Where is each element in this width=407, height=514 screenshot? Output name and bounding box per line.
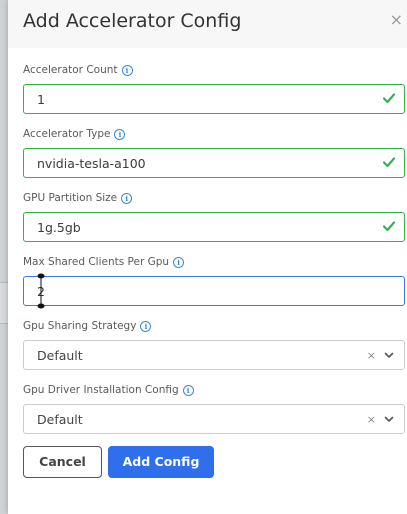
info-icon[interactable]: i (140, 320, 152, 332)
gpu-driver-installation-value: Default (37, 412, 83, 427)
gpu-partition-size-field: GPU Partition Size i 1g.5gb (23, 190, 405, 242)
gpu-sharing-strategy-field: Gpu Sharing Strategy i Default × (23, 318, 405, 370)
cancel-button[interactable]: Cancel (23, 446, 102, 478)
text-cursor-icon (37, 273, 45, 309)
check-icon (382, 157, 396, 168)
accelerator-type-input[interactable]: nvidia-tesla-a100 (23, 148, 405, 178)
add-accelerator-config-modal: Add Accelerator Config × Accelerator Cou… (8, 0, 407, 514)
gpu-sharing-strategy-label: Gpu Sharing Strategy (23, 320, 137, 332)
gpu-sharing-strategy-select[interactable]: Default × (23, 340, 405, 370)
clear-icon[interactable]: × (367, 413, 376, 426)
accelerator-count-value: 1 (37, 92, 45, 107)
max-shared-clients-field: Max Shared Clients Per Gpu i 2 (23, 254, 405, 309)
add-config-button[interactable]: Add Config (108, 446, 214, 478)
info-icon[interactable]: i (182, 384, 194, 396)
gpu-partition-size-value: 1g.5gb (37, 220, 81, 235)
chevron-down-icon[interactable] (384, 414, 394, 424)
accelerator-count-label: Accelerator Count (23, 64, 118, 76)
modal-title: Add Accelerator Config (23, 10, 242, 32)
check-icon (382, 93, 396, 104)
gpu-partition-size-input[interactable]: 1g.5gb (23, 212, 405, 242)
info-icon[interactable]: i (121, 192, 133, 204)
info-icon[interactable]: i (173, 256, 185, 268)
check-icon (382, 221, 396, 232)
modal-header: Add Accelerator Config × (8, 0, 407, 48)
info-icon[interactable]: i (121, 64, 133, 76)
accelerator-type-value: nvidia-tesla-a100 (37, 156, 146, 171)
gpu-driver-installation-select[interactable]: Default × (23, 404, 405, 434)
close-icon[interactable]: × (390, 10, 403, 29)
accelerator-type-field: Accelerator Type i nvidia-tesla-a100 (23, 126, 405, 178)
max-shared-clients-input[interactable]: 2 (23, 273, 405, 309)
accelerator-count-input[interactable]: 1 (23, 84, 405, 114)
gpu-sharing-strategy-value: Default (37, 348, 83, 363)
chevron-down-icon[interactable] (384, 350, 394, 360)
background-page-fragment (0, 282, 8, 324)
clear-icon[interactable]: × (367, 349, 376, 362)
gpu-driver-installation-field: Gpu Driver Installation Config i Default… (23, 382, 405, 434)
accelerator-count-field: Accelerator Count i 1 (23, 62, 405, 114)
info-icon[interactable]: i (114, 128, 126, 140)
accelerator-type-label: Accelerator Type (23, 128, 111, 140)
gpu-partition-size-label: GPU Partition Size (23, 192, 118, 204)
max-shared-clients-label: Max Shared Clients Per Gpu (23, 256, 170, 268)
gpu-driver-installation-label: Gpu Driver Installation Config (23, 384, 179, 396)
